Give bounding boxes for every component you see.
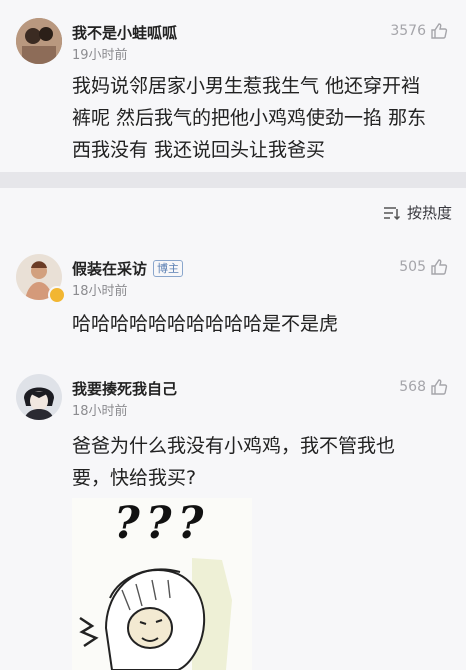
timestamp: 18小时前 <box>72 404 128 419</box>
comment-text: 爸爸为什么我没有小鸡鸡，我不管我也 要，快给我买? <box>72 430 456 494</box>
thumbs-up-icon <box>431 379 448 395</box>
like-button[interactable]: 568 <box>399 378 448 396</box>
verified-badge-icon <box>48 286 66 304</box>
sort-button[interactable]: 按热度 <box>383 202 452 223</box>
timestamp: 18小时前 <box>72 284 128 299</box>
meme-image[interactable]: ??? <box>72 498 252 670</box>
section-divider <box>0 172 466 188</box>
meme-drawing-icon <box>79 558 232 670</box>
username-row: 假装在采访 博主 <box>72 258 184 279</box>
comment-line: 裤呢 然后我气的把他小鸡鸡使劲一掐 那东 <box>72 107 427 129</box>
like-count: 3576 <box>390 23 426 39</box>
comment-line: 要，快给我买? <box>72 467 197 489</box>
timestamp: 19小时前 <box>72 48 128 63</box>
username[interactable]: 我不是小蛙呱呱 <box>72 22 177 43</box>
like-count: 505 <box>399 259 426 275</box>
comment-line: 爸爸为什么我没有小鸡鸡，我不管我也 <box>72 435 396 457</box>
comment-card: 假装在采访 博主 18小时前 505 哈哈哈哈哈哈哈哈哈哈是不是虎 <box>0 236 466 356</box>
thumbs-up-icon <box>431 259 448 275</box>
like-button[interactable]: 3576 <box>390 22 448 40</box>
sort-label: 按热度 <box>406 204 452 222</box>
comment-card: 我不是小蛙呱呱 19小时前 3576 我妈说邻居家小男生惹我生气 他还穿开裆 裤… <box>0 0 466 172</box>
comment-line: 哈哈哈哈哈哈哈哈哈哈是不是虎 <box>72 313 339 335</box>
comment-line: 西我没有 我还说回头让我爸买 <box>72 139 326 161</box>
username[interactable]: 我要揍死我自己 <box>72 378 177 399</box>
comment-text: 哈哈哈哈哈哈哈哈哈哈是不是虎 <box>72 308 456 340</box>
blogger-badge: 博主 <box>153 260 184 277</box>
like-count: 568 <box>399 379 426 395</box>
username[interactable]: 假装在采访 <box>72 260 147 278</box>
comment-line: 我妈说邻居家小男生惹我生气 他还穿开裆 <box>72 75 421 97</box>
comment-card: 我要揍死我自己 18小时前 568 爸爸为什么我没有小鸡鸡，我不管我也 要，快给… <box>0 356 466 670</box>
thumbs-up-icon <box>431 23 448 39</box>
like-button[interactable]: 505 <box>399 258 448 276</box>
comment-text: 我妈说邻居家小男生惹我生气 他还穿开裆 裤呢 然后我气的把他小鸡鸡使劲一掐 那东… <box>72 70 456 166</box>
avatar[interactable] <box>16 374 62 420</box>
sort-icon <box>383 206 401 220</box>
avatar[interactable] <box>16 18 62 64</box>
